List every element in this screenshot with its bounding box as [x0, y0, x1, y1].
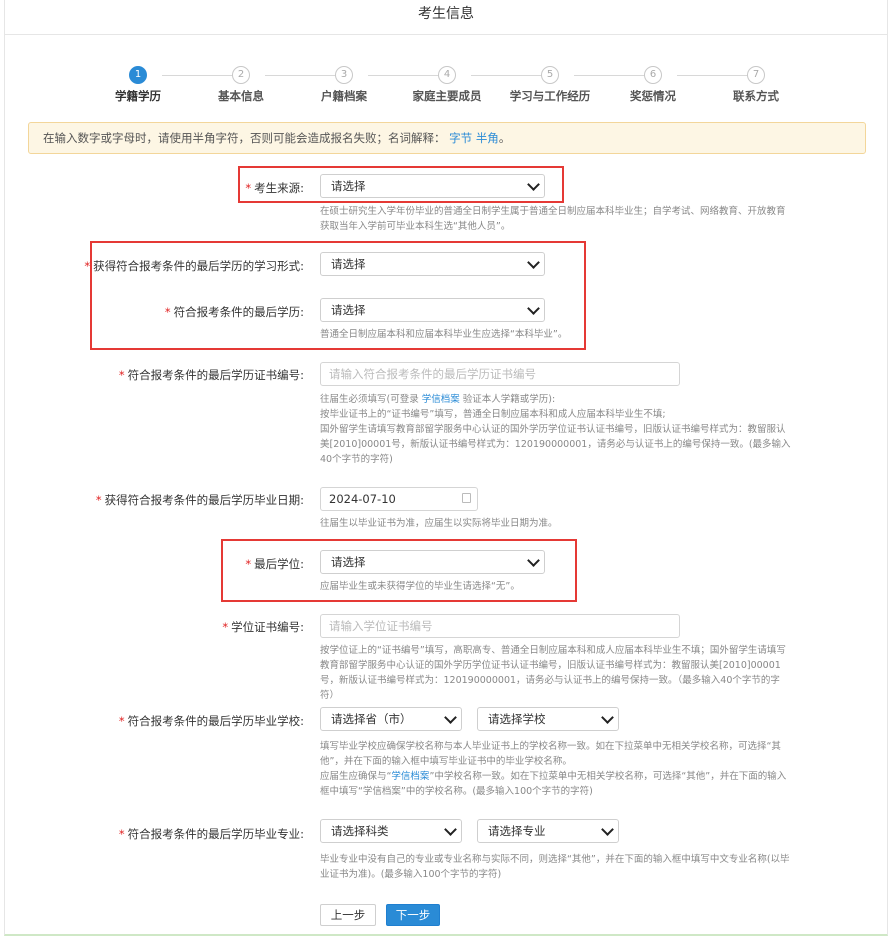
highlight-box: [238, 166, 564, 203]
step-label: 学习与工作经历: [509, 89, 591, 103]
grad-date-input[interactable]: 2024-07-10: [320, 487, 478, 511]
source-hint: 在硕士研究生入学年份毕业的普通全日制学生属于普通全日制应届本科毕业生；自学考试、…: [320, 206, 786, 232]
cert-no-hint-line1: 往届生必须填写(可登录 学信档案 验证本人学籍或学历):: [320, 392, 792, 407]
step-5[interactable]: 5 学习与工作经历: [500, 66, 600, 104]
school-select-value: 请选择学校: [488, 712, 546, 726]
step-2[interactable]: 2 基本信息: [191, 66, 291, 104]
grad-date-label-text: 获得符合报考条件的最后学历毕业日期:: [104, 493, 304, 507]
step-connector: [574, 75, 652, 76]
grad-school-hint-line1: 填写毕业学校应确保学校名称与本人毕业证书上的学校名称一致。如在下拉菜单中无相关学…: [320, 741, 781, 767]
chevron-down-icon: [444, 711, 457, 724]
grad-school-hint-line2: 应届生应确保与“学信档案”中学校名称一致。如在下拉菜单中无相关学校名称，可选择“…: [320, 769, 792, 799]
next-button[interactable]: 下一步: [386, 904, 440, 926]
step-number: 4: [438, 66, 456, 84]
step-number: 2: [232, 66, 250, 84]
hint-text: 往届生必须填写(可登录: [320, 394, 422, 405]
step-6[interactable]: 6 奖惩情况: [603, 66, 703, 104]
calendar-icon[interactable]: [462, 493, 471, 503]
grad-major-label-text: 符合报考条件的最后学历毕业专业:: [127, 827, 304, 841]
step-label: 联系方式: [733, 89, 779, 103]
cert-no-hint-line3: 国外留学生请填写教育部留学服务中心认证的国外学历学位证书认证书编号，旧版认证书编…: [320, 424, 791, 465]
grad-date-value: 2024-07-10: [329, 492, 396, 506]
halfwidth-notice: 在输入数字或字母时，请使用半角字符，否则可能会造成报名失败；名词解释： 字节 半…: [28, 122, 866, 154]
step-label: 奖惩情况: [630, 89, 676, 103]
step-label: 学籍学历: [115, 89, 161, 103]
cert-no-input[interactable]: 请输入符合报考条件的最后学历证书编号: [320, 362, 680, 386]
prev-button[interactable]: 上一步: [320, 904, 376, 926]
step-number: 1: [129, 66, 147, 84]
cert-no-label-text: 符合报考条件的最后学历证书编号:: [127, 368, 304, 382]
required-mark: *: [95, 493, 102, 507]
major-select[interactable]: 请选择专业: [477, 819, 619, 843]
category-select-value: 请选择科类: [331, 824, 389, 838]
step-label: 户籍档案: [321, 89, 367, 103]
halfwidth-link[interactable]: 半角: [476, 131, 499, 145]
grad-major-label: * 符合报考条件的最后学历毕业专业:: [119, 826, 304, 842]
step-connector: [265, 75, 343, 76]
step-connector: [677, 75, 755, 76]
province-select-value: 请选择省（市）: [331, 712, 412, 726]
cert-no-label: * 符合报考条件的最后学历证书编号:: [119, 367, 304, 383]
step-label: 家庭主要成员: [412, 89, 482, 103]
grad-date-label: * 获得符合报考条件的最后学历毕业日期:: [96, 492, 304, 508]
highlight-box: [90, 241, 586, 350]
step-number: 5: [541, 66, 559, 84]
province-select[interactable]: 请选择省（市）: [320, 707, 462, 731]
step-connector: [368, 75, 446, 76]
major-select-value: 请选择专业: [488, 824, 546, 838]
notice-text: 在输入数字或字母时，请使用半角字符，否则可能会造成报名失败；名词解释：: [43, 131, 446, 145]
school-select[interactable]: 请选择学校: [477, 707, 619, 731]
grad-school-label-text: 符合报考条件的最后学历毕业学校:: [127, 714, 304, 728]
required-mark: *: [118, 368, 125, 382]
cert-no-hint-line2: 按毕业证书上的“证书编号”填写，普通全日制应届本科和成人应届本科毕业生不填;: [320, 409, 666, 420]
required-mark: *: [118, 827, 125, 841]
step-number: 3: [335, 66, 353, 84]
degree-cert-input[interactable]: 请输入学位证书编号: [320, 614, 680, 638]
grad-school-label: * 符合报考条件的最后学历毕业学校:: [119, 713, 304, 729]
hint-text: 验证本人学籍或学历):: [459, 394, 556, 405]
chevron-down-icon: [601, 823, 614, 836]
step-progress: 1 学籍学历 2 基本信息 3 户籍档案 4 家庭主要成员 5 学习与工作经历 …: [100, 66, 790, 106]
step-7[interactable]: 7 联系方式: [706, 66, 806, 104]
chevron-down-icon: [601, 711, 614, 724]
chevron-down-icon: [444, 823, 457, 836]
highlight-box: [221, 539, 577, 602]
grad-major-hint: 毕业专业中没有自己的专业或专业名称与实际不同，则选择“其他”，并在下面的输入框中…: [320, 854, 790, 880]
cert-no-hint: 往届生必须填写(可登录 学信档案 验证本人学籍或学历): 按毕业证书上的“证书编…: [320, 392, 792, 467]
degree-cert-label: * 学位证书编号:: [222, 619, 304, 635]
degree-cert-hint: 按学位证上的“证书编号”填写，高职高专、普通全日制应届本科和成人应届本科毕业生不…: [320, 645, 786, 701]
step-3[interactable]: 3 户籍档案: [294, 66, 394, 104]
page-title: 考生信息: [5, 0, 887, 35]
byte-link[interactable]: 字节: [449, 131, 472, 145]
category-select[interactable]: 请选择科类: [320, 819, 462, 843]
required-mark: *: [222, 620, 229, 634]
degree-cert-label-text: 学位证书编号:: [231, 620, 304, 634]
step-connector: [471, 75, 549, 76]
step-connector: [162, 75, 240, 76]
grad-date-hint: 往届生以毕业证书为准，应届生以实际将毕业日期为准。: [320, 518, 558, 529]
notice-end: 。: [498, 131, 511, 145]
xuexin-link[interactable]: 学信档案: [391, 771, 429, 782]
step-label: 基本信息: [218, 89, 264, 103]
step-number: 7: [747, 66, 765, 84]
step-number: 6: [644, 66, 662, 84]
hint-text: 应届生应确保与“: [320, 771, 392, 782]
required-mark: *: [118, 714, 125, 728]
step-4[interactable]: 4 家庭主要成员: [397, 66, 497, 104]
xuexin-link[interactable]: 学信档案: [422, 394, 460, 405]
step-1[interactable]: 1 学籍学历: [88, 66, 188, 104]
grad-school-hint: 填写毕业学校应确保学校名称与本人毕业证书上的学校名称一致。如在下拉菜单中无相关学…: [320, 739, 792, 799]
